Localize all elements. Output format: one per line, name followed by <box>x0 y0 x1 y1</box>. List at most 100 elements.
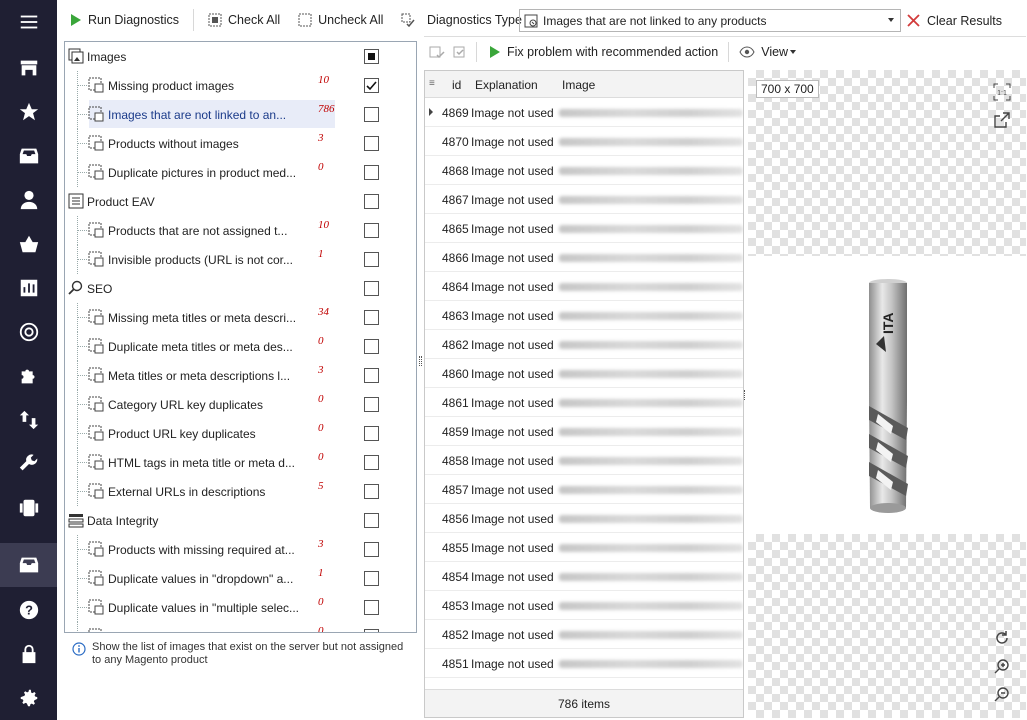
tree-row[interactable]: Data Integrity <box>65 506 416 535</box>
table-row[interactable]: 4853 Image not used <box>425 591 743 620</box>
tree-item-checkbox[interactable] <box>364 339 379 354</box>
table-row[interactable]: 4858 Image not used <box>425 446 743 475</box>
tree-row[interactable]: Duplicate values in "multiple selec... 0 <box>65 593 416 622</box>
tree-row[interactable]: Products that are not assigned t... 10 <box>65 216 416 245</box>
tree-row[interactable]: Product URL key duplicates 0 <box>65 419 416 448</box>
tree-row[interactable]: Invisible products (URL is not cor... 1 <box>65 245 416 274</box>
table-row[interactable]: 4868 Image not used <box>425 156 743 185</box>
store-icon[interactable] <box>0 46 57 90</box>
table-row[interactable]: 4851 Image not used <box>425 649 743 678</box>
zoom-out-icon[interactable] <box>992 684 1012 704</box>
tree-row[interactable]: Duplicate pictures in product med... 0 <box>65 158 416 187</box>
table-row[interactable]: 4869 Image not used <box>425 98 743 127</box>
tree-item-checkbox[interactable] <box>364 571 379 586</box>
table-row[interactable]: 4865 Image not used <box>425 214 743 243</box>
tree-item-checkbox[interactable] <box>364 484 379 499</box>
user-icon[interactable] <box>0 178 57 222</box>
refresh-icon[interactable] <box>992 628 1012 648</box>
table-row[interactable]: 4857 Image not used <box>425 475 743 504</box>
star-icon[interactable] <box>0 90 57 134</box>
transfer-icon[interactable] <box>0 398 57 442</box>
table-row[interactable]: 4855 Image not used <box>425 533 743 562</box>
table-row[interactable]: 4861 Image not used <box>425 388 743 417</box>
tree-item-checkbox[interactable] <box>364 281 379 296</box>
tree-row[interactable]: Meta titles or meta descriptions l... 3 <box>65 361 416 390</box>
diagnostics-type-select[interactable]: Images that are not linked to any produc… <box>519 9 901 32</box>
table-row[interactable]: 4860 Image not used <box>425 359 743 388</box>
tree-item-checkbox[interactable] <box>364 223 379 238</box>
tree-item-checkbox[interactable] <box>364 252 379 267</box>
table-row[interactable]: 4863 Image not used <box>425 301 743 330</box>
column-header-image[interactable]: Image <box>562 78 595 92</box>
tree-row[interactable]: Missing product images 10 <box>65 71 416 100</box>
tree-item-checkbox[interactable] <box>364 165 379 180</box>
table-row[interactable]: 4867 Image not used <box>425 185 743 214</box>
tree-row[interactable]: Products without images 3 <box>65 129 416 158</box>
tree-row[interactable]: External URLs in descriptions 5 <box>65 477 416 506</box>
table-row[interactable]: 4870 Image not used <box>425 127 743 156</box>
mark-ignored-icon[interactable] <box>452 43 470 61</box>
tree-row[interactable]: Duplicate meta titles or meta des... 0 <box>65 332 416 361</box>
clear-results-button[interactable]: Clear Results <box>907 9 1002 32</box>
tree-item-checkbox[interactable] <box>364 629 379 632</box>
check-all-button[interactable]: Check All <box>204 7 284 33</box>
open-external-icon[interactable] <box>992 110 1012 130</box>
tree-row[interactable]: Products with missing required at... 3 <box>65 535 416 564</box>
tree-item-checkbox[interactable] <box>364 136 379 151</box>
tree-row[interactable]: Missing meta titles or meta descri... 34 <box>65 303 416 332</box>
fix-problem-button[interactable]: Fix problem with recommended action <box>483 39 722 65</box>
tree-row[interactable]: 0 <box>65 622 416 632</box>
table-row[interactable]: 4864 Image not used <box>425 272 743 301</box>
table-row[interactable]: 4856 Image not used <box>425 504 743 533</box>
tree-item-checkbox[interactable] <box>364 513 379 528</box>
puzzle-icon[interactable] <box>0 354 57 398</box>
lock-icon[interactable] <box>0 632 57 676</box>
actual-size-icon[interactable]: 1:1 <box>992 82 1012 102</box>
table-row[interactable]: 4859 Image not used <box>425 417 743 446</box>
splitter-handle[interactable] <box>419 356 422 366</box>
table-row[interactable]: 4854 Image not used <box>425 562 743 591</box>
openai-icon[interactable] <box>0 310 57 354</box>
diagnostics-icon[interactable] <box>0 543 57 587</box>
grid-menu-icon[interactable]: ≡ <box>429 78 435 89</box>
column-header-explanation[interactable]: Explanation <box>475 78 538 92</box>
tree-row[interactable]: HTML tags in meta title or meta d... 0 <box>65 448 416 477</box>
table-row[interactable]: 4852 Image not used <box>425 620 743 649</box>
tree-item-checkbox[interactable] <box>364 397 379 412</box>
invert-selection-button[interactable] <box>397 7 419 33</box>
chart-icon[interactable] <box>0 266 57 310</box>
uncheck-all-button[interactable]: Uncheck All <box>294 7 387 33</box>
basket-icon[interactable] <box>0 222 57 266</box>
tree-row[interactable]: Images <box>65 42 416 71</box>
tree-item-checkbox[interactable] <box>364 49 379 64</box>
tree-item-checkbox[interactable] <box>364 542 379 557</box>
tree-row[interactable]: Category URL key duplicates 0 <box>65 390 416 419</box>
archive-icon[interactable] <box>0 134 57 178</box>
cell-image-path-blurred <box>559 631 743 639</box>
tree-item-checkbox[interactable] <box>364 426 379 441</box>
tree-item-checkbox[interactable] <box>364 455 379 470</box>
column-header-id[interactable]: id <box>452 78 461 92</box>
tree-item-checkbox[interactable] <box>364 600 379 615</box>
tree-row[interactable]: SEO <box>65 274 416 303</box>
splitter-handle[interactable] <box>744 390 747 400</box>
tree-item-checkbox[interactable] <box>364 310 379 325</box>
table-row[interactable]: 4862 Image not used <box>425 330 743 359</box>
view-menu-button[interactable]: View <box>735 39 800 65</box>
tree-row[interactable]: Images that are not linked to an... 786 <box>65 100 416 129</box>
wrench-icon[interactable] <box>0 442 57 486</box>
tree-item-checkbox[interactable] <box>364 194 379 209</box>
help-icon[interactable]: ? <box>0 588 57 632</box>
settings-icon[interactable] <box>0 676 57 720</box>
tree-item-checkbox[interactable] <box>364 78 379 93</box>
plugin-icon[interactable] <box>0 486 57 530</box>
run-diagnostics-button[interactable]: Run Diagnostics <box>64 7 183 33</box>
tree-item-checkbox[interactable] <box>364 107 379 122</box>
menu-icon[interactable] <box>0 0 57 44</box>
tree-item-checkbox[interactable] <box>364 368 379 383</box>
table-row[interactable]: 4866 Image not used <box>425 243 743 272</box>
zoom-in-icon[interactable] <box>992 656 1012 676</box>
tree-row[interactable]: Duplicate values in "dropdown" a... 1 <box>65 564 416 593</box>
tree-row[interactable]: Product EAV <box>65 187 416 216</box>
mark-fixed-icon[interactable] <box>428 43 446 61</box>
